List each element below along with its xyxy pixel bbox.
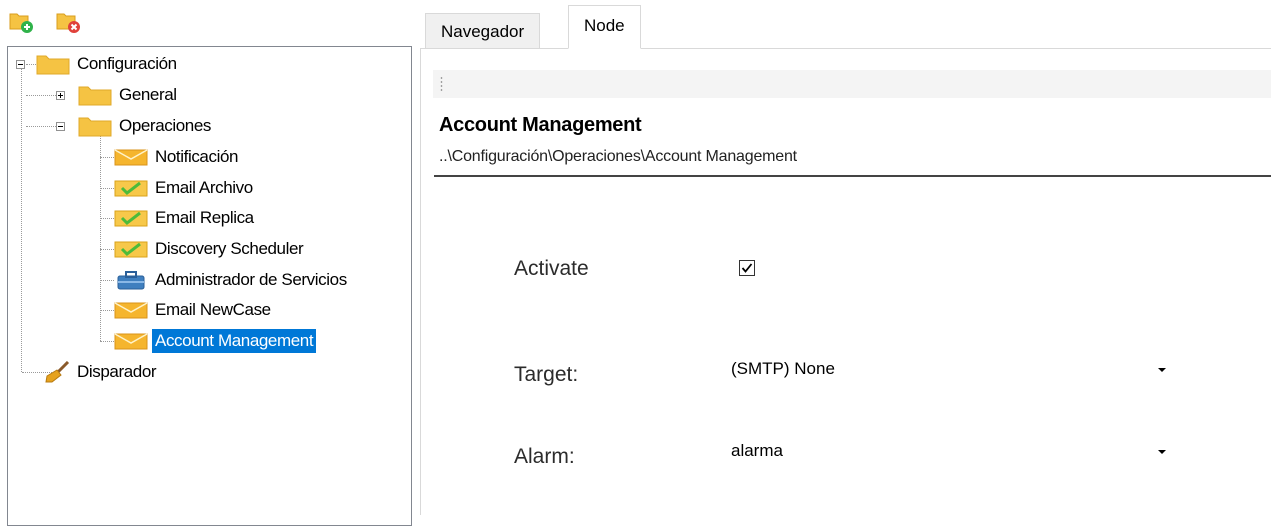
tree-node-email-archivo[interactable]: Email Archivo bbox=[114, 175, 256, 201]
panel-toolstrip bbox=[433, 70, 1271, 98]
folder-remove-icon bbox=[56, 13, 80, 33]
envelope-check-icon bbox=[114, 210, 148, 227]
remove-folder-button[interactable] bbox=[55, 10, 81, 34]
tree-node-account-management[interactable]: Account Management bbox=[114, 328, 317, 354]
toolbox-icon bbox=[117, 271, 145, 290]
envelope-check-icon bbox=[114, 241, 148, 258]
add-folder-button[interactable] bbox=[8, 10, 34, 34]
folder-icon bbox=[78, 117, 112, 137]
alarm-dropdown-arrow-icon[interactable] bbox=[1158, 450, 1166, 454]
expand-general-toggle[interactable] bbox=[56, 91, 65, 100]
broom-icon bbox=[45, 361, 70, 383]
tree-line bbox=[100, 157, 114, 158]
grip-handle[interactable] bbox=[440, 76, 443, 92]
tree-node-label: Account Management bbox=[152, 329, 317, 353]
tree-node-administrador-de-servicios[interactable]: Administrador de Servicios bbox=[114, 267, 350, 293]
tree-node-operaciones[interactable]: Operaciones bbox=[78, 113, 214, 139]
tree-node-label: Disparador bbox=[77, 362, 157, 381]
tree-node-label: Email Replica bbox=[155, 208, 254, 227]
tree-line bbox=[100, 310, 114, 311]
folder-add-icon bbox=[9, 13, 33, 33]
tree-node-email-replica[interactable]: Email Replica bbox=[114, 205, 257, 231]
tree-node-label: Administrador de Servicios bbox=[155, 270, 347, 289]
target-select[interactable]: (SMTP) None bbox=[731, 359, 835, 379]
tree-line bbox=[100, 280, 114, 281]
target-dropdown-arrow-icon[interactable] bbox=[1158, 368, 1166, 372]
tree-line bbox=[100, 218, 114, 219]
target-label: Target: bbox=[514, 363, 579, 386]
tree-node-discovery-scheduler[interactable]: Discovery Scheduler bbox=[114, 236, 306, 262]
tree-line bbox=[100, 249, 114, 250]
tree-node-label: Email NewCase bbox=[155, 300, 271, 319]
tree-node-label: Discovery Scheduler bbox=[155, 239, 304, 258]
tree-node-label: General bbox=[119, 85, 177, 104]
tree-line bbox=[21, 69, 22, 372]
tree-line bbox=[100, 341, 114, 342]
tree-node-configuracion[interactable]: Configuración bbox=[36, 51, 180, 77]
folder-icon bbox=[78, 86, 112, 106]
envelope-icon bbox=[114, 333, 148, 350]
activate-label: Activate bbox=[514, 257, 589, 280]
tree-node-email-newcase[interactable]: Email NewCase bbox=[114, 297, 274, 323]
divider bbox=[434, 175, 1271, 177]
tab-node[interactable]: Node bbox=[568, 5, 641, 49]
folder-icon bbox=[36, 55, 70, 75]
collapse-operaciones-toggle[interactable] bbox=[56, 122, 65, 131]
tree-panel[interactable]: Configuración General Operaciones Notifi… bbox=[7, 46, 412, 526]
tree-node-label: Operaciones bbox=[119, 116, 211, 135]
checkmark-icon bbox=[741, 263, 753, 273]
tree-node-label: Email Archivo bbox=[155, 178, 253, 197]
envelope-check-icon bbox=[114, 180, 148, 197]
tab-navegador[interactable]: Navegador bbox=[425, 13, 541, 49]
envelope-icon bbox=[114, 302, 148, 319]
tab-bar: Navegador Node bbox=[420, 0, 1271, 49]
tree-node-disparador[interactable]: Disparador bbox=[44, 359, 159, 385]
tree-node-label: Notificación bbox=[155, 147, 239, 166]
breadcrumb-path: ..\Configuración\Operaciones\Account Man… bbox=[439, 148, 797, 165]
tree-node-label: Configuración bbox=[77, 54, 177, 73]
tree-line bbox=[100, 188, 114, 189]
node-panel: Account Management ..\Configuración\Oper… bbox=[420, 48, 1271, 515]
config-tree: Configuración General Operaciones Notifi… bbox=[8, 47, 411, 525]
tree-node-general[interactable]: General bbox=[78, 82, 180, 108]
page-title: Account Management bbox=[439, 114, 642, 136]
tree-line bbox=[26, 64, 36, 65]
tree-node-notificacion[interactable]: Notificación bbox=[114, 144, 241, 170]
activate-checkbox[interactable] bbox=[739, 260, 755, 276]
collapse-configuracion-toggle[interactable] bbox=[16, 60, 25, 69]
envelope-icon bbox=[114, 149, 148, 166]
alarm-select[interactable]: alarma bbox=[731, 441, 783, 461]
alarm-label: Alarm: bbox=[514, 445, 575, 468]
